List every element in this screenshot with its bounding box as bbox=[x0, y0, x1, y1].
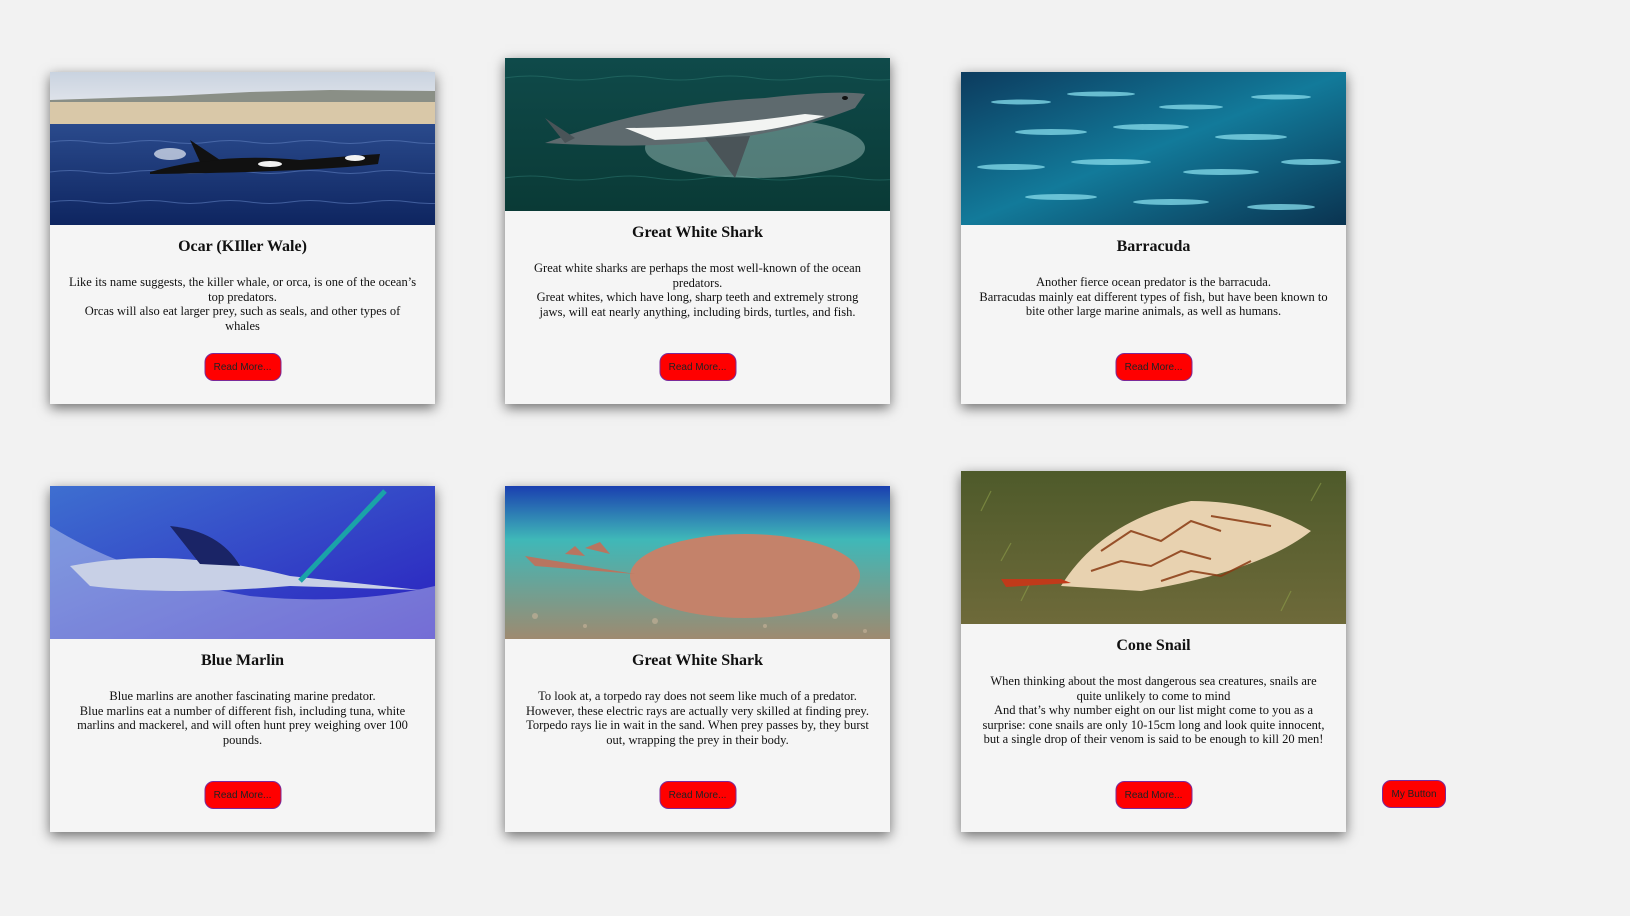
card-title: Great White Shark bbox=[632, 224, 763, 241]
card-barracuda: Barracuda Another fierce ocean predator … bbox=[961, 72, 1346, 404]
card-description-line: Another fierce ocean predator is the bar… bbox=[1036, 275, 1271, 289]
card-title: Ocar (KIller Wale) bbox=[178, 238, 307, 255]
read-more-button[interactable]: Read More... bbox=[204, 781, 281, 809]
card-blue-marlin: Blue Marlin Blue marlins are another fas… bbox=[50, 486, 435, 832]
card-description-line: Orcas will also eat larger prey, such as… bbox=[84, 304, 401, 333]
card-description-line: Blue marlins are another fascinating mar… bbox=[109, 689, 376, 703]
torpedo-ray-image bbox=[505, 486, 890, 639]
cone-snail-photo bbox=[961, 471, 1346, 624]
read-more-button[interactable]: Read More... bbox=[1115, 353, 1192, 381]
great-white-shark-photo bbox=[505, 58, 890, 211]
blue-marlin-image bbox=[50, 486, 435, 639]
card-description: Another fierce ocean predator is the bar… bbox=[961, 275, 1346, 335]
barracuda-school-photo bbox=[961, 72, 1346, 225]
card-description: Blue marlins are another fascinating mar… bbox=[50, 689, 435, 749]
barracuda-image bbox=[961, 72, 1346, 225]
card-title: Great White Shark bbox=[632, 652, 763, 669]
read-more-button[interactable]: Read More... bbox=[204, 353, 281, 381]
cone-snail-image bbox=[961, 471, 1346, 624]
card-description: Great white sharks are perhaps the most … bbox=[505, 261, 890, 321]
torpedo-ray-photo bbox=[505, 486, 890, 639]
card-great-white-shark: Great White Shark Great white sharks are… bbox=[505, 58, 890, 404]
card-description-line: Barracudas mainly eat different types of… bbox=[979, 289, 1328, 319]
blue-marlin-photo bbox=[50, 486, 435, 639]
card-description-line: Great whites, which have long, sharp tee… bbox=[536, 290, 859, 319]
orca-image bbox=[50, 72, 435, 225]
card-title: Cone Snail bbox=[1116, 637, 1191, 654]
card-description: Like its name suggests, the killer whale… bbox=[50, 275, 435, 335]
read-more-button[interactable]: Read More... bbox=[659, 781, 736, 809]
card-description-line: Like its name suggests, the killer whale… bbox=[68, 275, 417, 304]
card-description-line: When thinking about the most dangerous s… bbox=[990, 674, 1317, 703]
card-description-line: However, these electric rays are actuall… bbox=[526, 703, 869, 747]
card-description: To look at, a torpedo ray does not seem … bbox=[505, 689, 890, 749]
my-button[interactable]: My Button bbox=[1382, 780, 1446, 808]
card-title: Barracuda bbox=[1116, 238, 1191, 255]
card-description-line: Great white sharks are perhaps the most … bbox=[534, 261, 861, 290]
card-description-line: Blue marlins eat a number of different f… bbox=[77, 703, 408, 747]
card-description-line: To look at, a torpedo ray does not seem … bbox=[538, 689, 857, 703]
card-description-line: And that’s why number eight on our list … bbox=[982, 703, 1325, 746]
card-orca: Ocar (KIller Wale) Like its name suggest… bbox=[50, 72, 435, 404]
read-more-button[interactable]: Read More... bbox=[1115, 781, 1192, 809]
card-title: Blue Marlin bbox=[200, 652, 285, 669]
orca-photo bbox=[50, 72, 435, 225]
read-more-button[interactable]: Read More... bbox=[659, 353, 736, 381]
card-description: When thinking about the most dangerous s… bbox=[961, 674, 1346, 746]
card-torpedo-ray: Great White Shark To look at, a torpedo … bbox=[505, 486, 890, 832]
great-white-shark-image bbox=[505, 58, 890, 211]
card-cone-snail: Cone Snail When thinking about the most … bbox=[961, 471, 1346, 832]
